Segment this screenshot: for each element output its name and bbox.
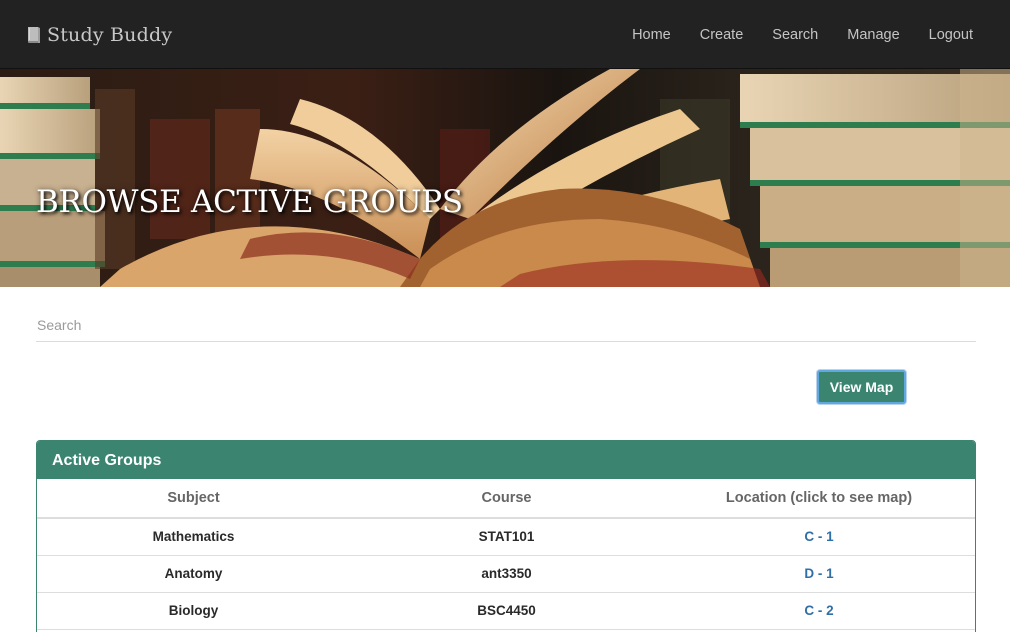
location-cell: C - 2 xyxy=(663,592,975,630)
location-link[interactable]: C - 1 xyxy=(804,529,833,544)
hero-banner: BROWSE ACTIVE GROUPS xyxy=(0,69,1010,287)
subject-cell: Biology xyxy=(37,592,350,630)
search-input[interactable] xyxy=(36,308,976,342)
course-cell: STAT101 xyxy=(350,518,663,556)
location-cell: C - 1 xyxy=(663,518,975,556)
subject-cell: Anatomy xyxy=(37,555,350,593)
table-row: Biology BSC4450 C - 2 xyxy=(37,592,975,630)
active-groups-panel: Active Groups Subject Course Location (c… xyxy=(36,440,976,632)
subject-cell: Mathematics xyxy=(37,518,350,556)
column-header-course: Course xyxy=(350,479,663,519)
location-link[interactable]: D - 1 xyxy=(804,566,833,581)
nav-create[interactable]: Create xyxy=(685,27,758,43)
books-background-image xyxy=(0,69,1010,287)
nav-logout[interactable]: Logout xyxy=(914,27,973,43)
brand-name: Study Buddy xyxy=(47,24,173,46)
nav-home[interactable]: Home xyxy=(618,27,686,43)
course-cell: BSC4450 xyxy=(350,592,663,630)
view-map-button[interactable]: View Map xyxy=(817,370,906,404)
page-title: BROWSE ACTIVE GROUPS xyxy=(36,184,463,220)
main-nav: Home Create Search Manage Logout xyxy=(618,0,973,69)
course-cell: ant3350 xyxy=(350,555,663,593)
column-header-subject: Subject xyxy=(37,479,350,519)
brand[interactable]: Study Buddy xyxy=(26,21,172,49)
location-cell: D - 1 xyxy=(663,555,975,593)
nav-search[interactable]: Search xyxy=(758,27,833,43)
column-header-location: Location (click to see map) xyxy=(663,479,975,519)
table-header-row: Subject Course Location (click to see ma… xyxy=(37,479,975,519)
table-row: Mathematics STAT101 C - 1 xyxy=(37,518,975,556)
book-icon xyxy=(28,27,40,43)
table-row: Anatomy ant3350 D - 1 xyxy=(37,555,975,593)
location-link[interactable]: C - 2 xyxy=(804,603,833,618)
nav-manage[interactable]: Manage xyxy=(833,27,914,43)
groups-table: Subject Course Location (click to see ma… xyxy=(37,479,975,630)
panel-title: Active Groups xyxy=(37,441,975,479)
navbar: Study Buddy Home Create Search Manage Lo… xyxy=(0,0,1010,69)
